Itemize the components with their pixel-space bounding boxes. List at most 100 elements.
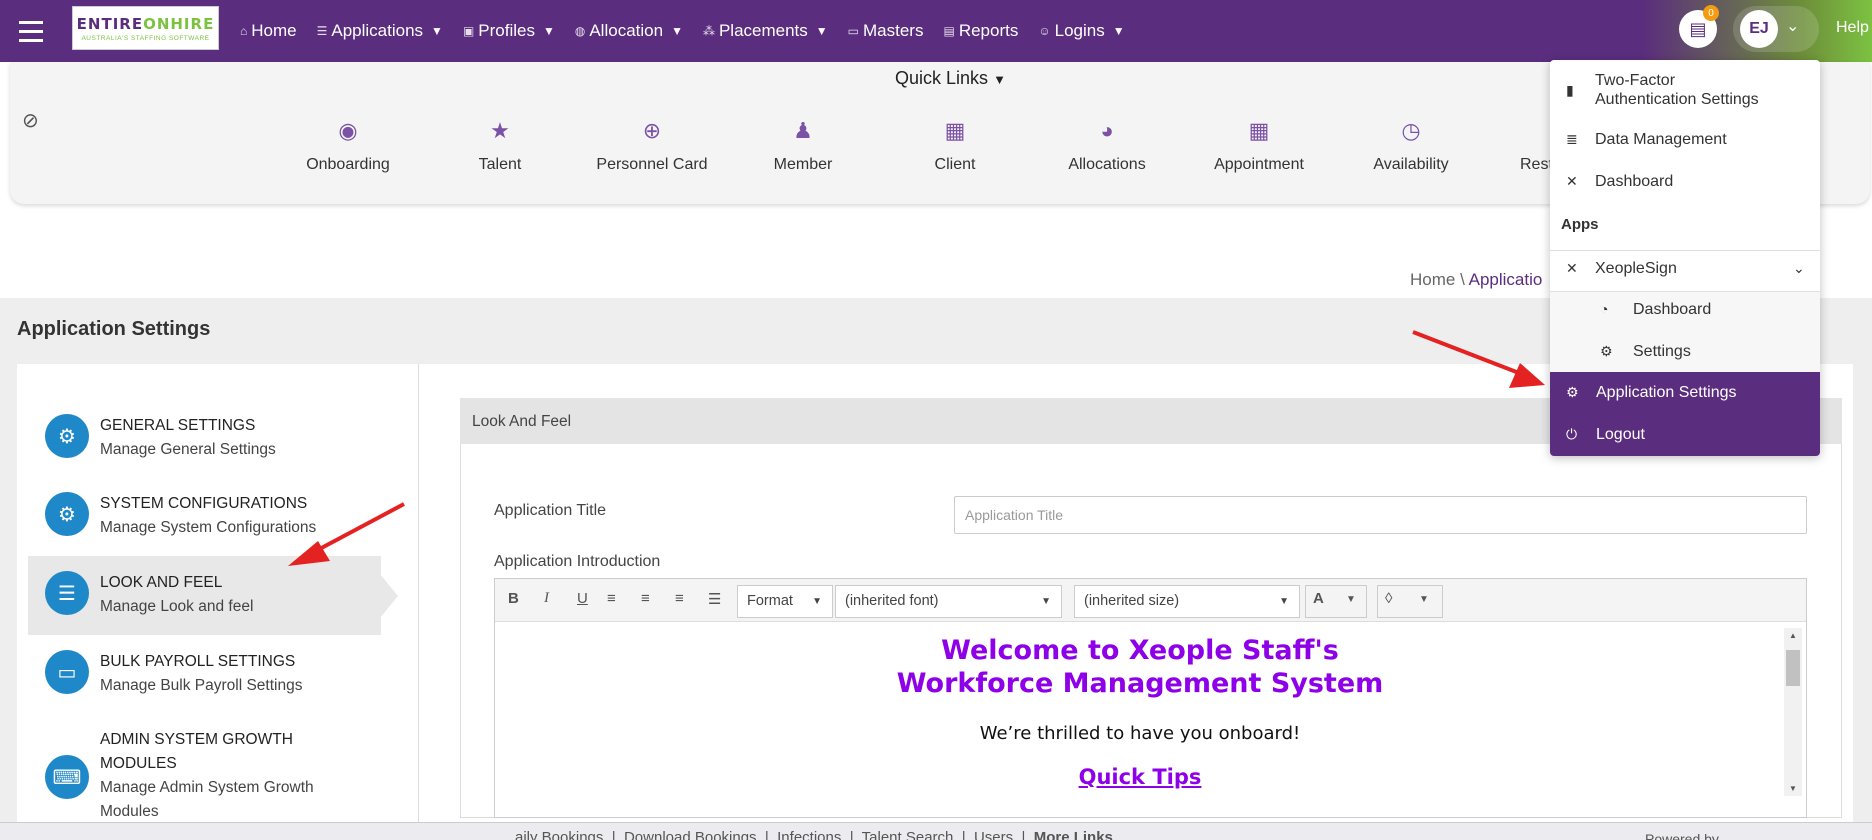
nav-reports[interactable]: ▤ Reports — [943, 21, 1018, 41]
menu-item-data-management[interactable]: ≣ Data Management — [1550, 131, 1820, 153]
size-dropdown[interactable]: (inherited size) ▼ — [1074, 585, 1300, 618]
menu-item-label: Two-Factor — [1595, 72, 1676, 89]
bold-button[interactable]: B — [508, 590, 519, 607]
powered-by: Powered by — [1645, 831, 1719, 840]
menu-item-application-settings[interactable]: ⚙ Application Settings — [1550, 384, 1820, 406]
menu-item-logout[interactable]: ⏻ Logout — [1550, 426, 1820, 448]
quick-link-talent[interactable]: ★ Talent — [425, 118, 575, 174]
format-dropdown[interactable]: Format ▼ — [737, 585, 833, 618]
active-item-pointer — [380, 574, 398, 618]
footer-link[interactable]: Infections — [777, 829, 841, 840]
quick-link-label: Allocations — [1068, 156, 1146, 173]
bullet-list-icon[interactable]: ☰ — [708, 590, 721, 608]
welcome-heading-line1: Welcome to Xeople Staff's — [941, 635, 1339, 666]
font-label: (inherited font) — [845, 593, 939, 609]
user-icon: ♟ — [793, 118, 813, 143]
welcome-body: We’re thrilled to have you onboard! — [979, 723, 1301, 744]
submenu-item-dashboard[interactable]: ◔ Dashboard — [1585, 301, 1855, 323]
avatar[interactable]: EJ — [1740, 10, 1778, 48]
settings-item-general[interactable]: ⚙ GENERAL SETTINGS Manage General Settin… — [28, 412, 380, 482]
settings-item-admin-system-growth[interactable]: ⌨ ADMIN SYSTEM GROWTH MODULES Manage Adm… — [28, 726, 380, 826]
chevron-down-icon: ▼ — [1112, 24, 1125, 38]
nav-applications[interactable]: ☰ Applications ▼ — [317, 21, 443, 41]
settings-item-subtitle: Manage Admin System Growth — [100, 779, 314, 796]
pie-chart-icon: ◕ — [1100, 118, 1114, 143]
align-center-icon[interactable]: ≡ — [641, 590, 650, 607]
settings-item-bulk-payroll[interactable]: ▭ BULK PAYROLL SETTINGS Manage Bulk Payr… — [28, 648, 380, 718]
list-icon: ☰ — [316, 24, 328, 38]
chevron-down-icon: ▼ — [993, 72, 1006, 87]
help-link[interactable]: Help — [1836, 19, 1869, 37]
hamburger-menu-button[interactable] — [0, 0, 62, 62]
settings-item-subtitle: Modules — [100, 803, 159, 820]
quick-link-appointment[interactable]: ▦ Appointment — [1184, 118, 1334, 174]
menu-item-xeoplesign[interactable]: ✕ XeopleSign ⌄ — [1550, 260, 1820, 282]
breadcrumb-separator: \ — [1460, 270, 1465, 289]
chevron-down-icon: ▼ — [431, 24, 443, 38]
quick-link-client[interactable]: ▦ Client — [880, 118, 1030, 174]
folder-icon: ▭ — [847, 24, 860, 38]
settings-item-title: BULK PAYROLL SETTINGS — [100, 653, 296, 670]
menu-divider — [1550, 250, 1820, 251]
nav-home[interactable]: ⌂ Home — [240, 21, 297, 41]
nav-placements[interactable]: ⁂ Placements ▼ — [703, 21, 828, 41]
quick-tips-link[interactable]: Quick Tips — [495, 765, 1785, 789]
settings-item-look-and-feel[interactable]: ☰ LOOK AND FEEL Manage Look and feel — [28, 569, 380, 639]
logo-tagline: AUSTRALIA'S STAFFING SOFTWARE — [81, 34, 210, 42]
menu-item-dashboard[interactable]: ✕ Dashboard — [1550, 173, 1820, 195]
chevron-down-icon: ▼ — [815, 24, 828, 38]
quick-link-availability[interactable]: ◷ Availability — [1336, 118, 1486, 174]
nav-masters[interactable]: ▭ Masters — [848, 21, 924, 41]
menu-item-two-factor[interactable]: ▮ Two-Factor Authentication Settings — [1550, 72, 1820, 112]
apps-header: Apps — [1561, 216, 1599, 233]
menu-item-label: Dashboard — [1595, 173, 1674, 190]
nav-allocation[interactable]: ◍ Allocation ▼ — [575, 21, 683, 41]
nav-label: Placements — [718, 21, 808, 40]
settings-item-subtitle: Manage Look and feel — [100, 598, 254, 615]
breadcrumb: Home \ Applicatio — [1410, 270, 1542, 290]
nav-label: Profiles — [478, 21, 535, 40]
scroll-up-icon[interactable]: ▲ — [1789, 631, 1797, 640]
quick-link-onboarding[interactable]: ◉ Onboarding — [273, 118, 423, 174]
cogs-icon: ⚙ — [1600, 343, 1613, 359]
quick-link-allocations[interactable]: ◕ Allocations — [1032, 118, 1182, 174]
align-right-icon[interactable]: ≡ — [675, 590, 684, 607]
section-title: Look And Feel — [472, 413, 572, 430]
scroll-down-icon[interactable]: ▼ — [1789, 784, 1797, 793]
footer-link[interactable]: Talent Search — [862, 829, 954, 840]
footer-link[interactable]: aily Bookings — [515, 829, 603, 840]
scrollbar-thumb[interactable] — [1786, 650, 1800, 686]
power-icon: ⏻ — [1566, 426, 1578, 442]
caret-down-icon: ▼ — [1041, 596, 1051, 607]
logo[interactable]: ENTIREONHIRE AUSTRALIA'S STAFFING SOFTWA… — [72, 6, 219, 50]
user-circle-icon: ◉ — [338, 118, 358, 143]
font-dropdown[interactable]: (inherited font) ▼ — [835, 585, 1062, 618]
nav-label: Home — [251, 21, 297, 40]
tint-icon: ◊ — [1385, 590, 1393, 607]
editor-scrollbar[interactable]: ▲ ▼ — [1784, 628, 1802, 796]
footer-link[interactable]: Download Bookings — [624, 829, 757, 840]
chevron-down-icon[interactable]: ⌄ — [1786, 16, 1799, 36]
gear-icon: ⚙ — [45, 414, 89, 458]
settings-item-title: LOOK AND FEEL — [100, 574, 223, 591]
application-title-input[interactable] — [954, 496, 1807, 534]
cogs-icon: ⚙ — [45, 492, 89, 536]
quick-link-personnel-card[interactable]: ⊕ Personnel Card — [577, 118, 727, 174]
submenu-item-settings[interactable]: ⚙ Settings — [1585, 343, 1855, 365]
quick-links-toggle[interactable]: Quick Links ▼ — [895, 68, 1006, 89]
nav-profiles[interactable]: ▣ Profiles ▼ — [463, 21, 555, 41]
quick-link-member[interactable]: ♟ Member — [728, 118, 878, 174]
nav-logins[interactable]: ☺ Logins ▼ — [1038, 21, 1124, 41]
italic-button[interactable]: I — [544, 590, 549, 607]
footer-link[interactable]: Users — [974, 829, 1013, 840]
underline-button[interactable]: U — [577, 590, 588, 607]
page-title: Application Settings — [17, 318, 211, 340]
settings-item-subtitle: Manage Bulk Payroll Settings — [100, 677, 303, 694]
menu-item-label: Logout — [1596, 426, 1645, 443]
annotation-arrow-left — [288, 502, 405, 566]
breadcrumb-home[interactable]: Home — [1410, 270, 1455, 289]
footer-more-links[interactable]: More Links — [1034, 829, 1113, 840]
align-left-icon[interactable]: ≡ — [607, 590, 616, 607]
unpin-icon[interactable]: ⊘ — [22, 108, 39, 133]
nav-label: Allocation — [589, 21, 664, 40]
